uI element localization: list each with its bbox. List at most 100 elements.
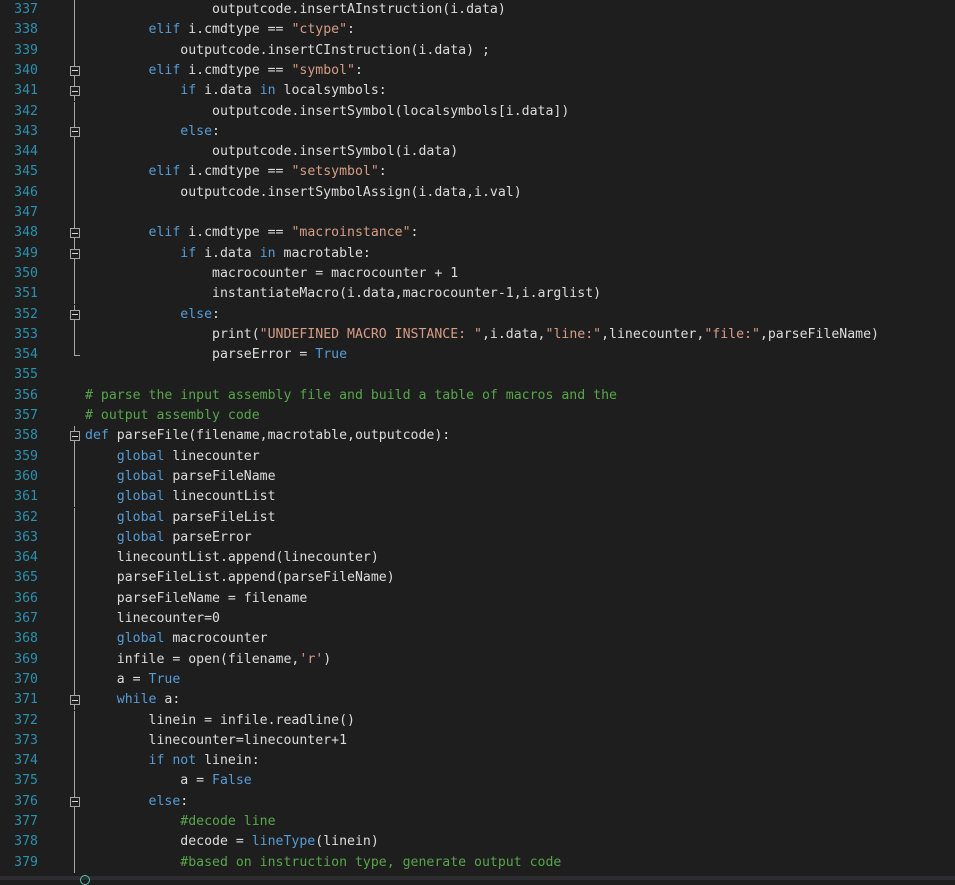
- code-text[interactable]: global macrocounter: [85, 629, 268, 649]
- code-line[interactable]: 363 global parseError: [0, 527, 955, 549]
- code-line[interactable]: 341 if i.data in localsymbols:: [0, 81, 955, 102]
- code-text[interactable]: elif i.cmdtype == "setsymbol":: [85, 162, 387, 182]
- code-text[interactable]: global parseFileList: [85, 508, 276, 528]
- code-line[interactable]: 365 parseFileList.append(parseFileName): [0, 568, 955, 589]
- code-line[interactable]: 379 #based on instruction type, generate…: [0, 852, 955, 873]
- code-text[interactable]: global linecountList: [85, 487, 276, 507]
- code-editor[interactable]: 337 outputcode.insertAInstruction(i.data…: [0, 0, 955, 880]
- code-line[interactable]: 340 elif i.cmdtype == "symbol":: [0, 60, 955, 82]
- code-text[interactable]: if i.data in localsymbols:: [85, 81, 386, 101]
- collapse-icon[interactable]: [70, 228, 80, 239]
- code-text[interactable]: elif i.cmdtype == "macroinstance":: [85, 223, 419, 243]
- code-text[interactable]: linecounter=linecounter+1: [85, 731, 348, 751]
- code-line[interactable]: 346 outputcode.insertSymbolAssign(i.data…: [0, 182, 955, 203]
- code-text[interactable]: else:: [85, 792, 189, 812]
- code-text[interactable]: #based on instruction type, generate out…: [85, 853, 561, 873]
- code-line[interactable]: 374 if not linein:: [0, 751, 955, 772]
- code-text[interactable]: else:: [85, 122, 220, 142]
- code-text[interactable]: linecountList.append(linecounter): [85, 548, 379, 568]
- collapse-icon[interactable]: [70, 248, 80, 259]
- code-line[interactable]: 361 global linecountList: [0, 487, 955, 508]
- code-line[interactable]: 377 #decode line: [0, 812, 955, 833]
- code-token: #based on instruction type, generate out…: [85, 854, 562, 870]
- code-text[interactable]: macrocounter = macrocounter + 1: [85, 264, 458, 284]
- code-line[interactable]: 375 a = False: [0, 771, 955, 792]
- code-token: :: [212, 123, 220, 139]
- code-text[interactable]: elif i.cmdtype == "symbol":: [85, 61, 363, 81]
- code-line[interactable]: 378 decode = lineType(linein): [0, 832, 955, 853]
- code-line[interactable]: 367 linecounter=0: [0, 609, 955, 630]
- code-text[interactable]: decode = lineType(linein): [85, 832, 379, 852]
- code-text[interactable]: if not linein:: [85, 751, 260, 771]
- collapse-icon[interactable]: [70, 309, 80, 320]
- collapse-icon[interactable]: [70, 796, 80, 807]
- horizontal-scrollbar[interactable]: [0, 876, 955, 880]
- code-line[interactable]: 350 macrocounter = macrocounter + 1: [0, 263, 955, 285]
- code-token: elif: [85, 22, 181, 38]
- code-line[interactable]: 355: [0, 365, 955, 385]
- code-text[interactable]: elif i.cmdtype == "ctype":: [85, 20, 355, 40]
- code-token: macrocounter: [164, 631, 268, 647]
- code-text[interactable]: while a:: [85, 690, 181, 710]
- code-text[interactable]: # parse the input assembly file and buil…: [85, 386, 617, 406]
- collapse-icon[interactable]: [70, 65, 80, 76]
- code-text[interactable]: #decode line: [85, 812, 275, 832]
- code-line[interactable]: 358 def parseFile(filename,macrotable,out…: [0, 426, 955, 447]
- code-text[interactable]: infile = open(filename,'r'): [85, 650, 331, 670]
- code-text[interactable]: linein = infile.readline(): [85, 711, 355, 731]
- code-text[interactable]: outputcode.insertAInstruction(i.data): [85, 0, 506, 20]
- code-text[interactable]: a = False: [85, 771, 251, 791]
- code-line[interactable]: 345 elif i.cmdtype == "setsymbol":: [0, 162, 955, 183]
- code-line[interactable]: 376 else:: [0, 791, 955, 812]
- code-line[interactable]: 337 outputcode.insertAInstruction(i.data…: [0, 0, 955, 21]
- code-line[interactable]: 364 linecountList.append(linecounter): [0, 548, 955, 569]
- code-line[interactable]: 359 global linecounter: [0, 446, 955, 467]
- code-line[interactable]: 362 global parseFileList: [0, 507, 955, 528]
- code-line[interactable]: 349 if i.data in macrotable:: [0, 243, 955, 264]
- code-line[interactable]: 373 linecounter=linecounter+1: [0, 730, 955, 752]
- code-text[interactable]: outputcode.insertCInstruction(i.data) ;: [85, 41, 490, 61]
- code-text[interactable]: parseFileName = filename: [85, 589, 308, 609]
- code-text[interactable]: else:: [85, 305, 220, 325]
- code-text[interactable]: outputcode.insertSymbolAssign(i.data,i.v…: [85, 183, 521, 203]
- collapse-icon[interactable]: [70, 126, 80, 137]
- code-line[interactable]: 370 a = True: [0, 669, 955, 691]
- code-line[interactable]: 368 global macrocounter: [0, 629, 955, 650]
- code-text[interactable]: global linecounter: [85, 447, 260, 467]
- code-text[interactable]: parseFileList.append(parseFileName): [85, 568, 395, 588]
- collapse-icon[interactable]: [70, 86, 80, 97]
- code-text[interactable]: # output assembly code: [85, 406, 260, 426]
- collapse-icon[interactable]: [70, 695, 80, 706]
- code-line[interactable]: 351 instantiateMacro(i.data,macrocounter…: [0, 284, 955, 305]
- code-line[interactable]: 360 global parseFileName: [0, 466, 955, 488]
- fold-gutter: [68, 568, 82, 589]
- code-line[interactable]: 339 outputcode.insertCInstruction(i.data…: [0, 40, 955, 61]
- code-line[interactable]: 372 linein = infile.readline(): [0, 710, 955, 731]
- code-text[interactable]: def parseFile(filename,macrotable,output…: [85, 426, 450, 446]
- code-text[interactable]: linecounter=0: [85, 609, 220, 629]
- code-line[interactable]: 353 print("UNDEFINED MACRO INSTANCE: ",i…: [0, 324, 955, 346]
- code-line[interactable]: 347: [0, 203, 955, 224]
- code-text[interactable]: global parseError: [85, 528, 252, 548]
- code-line[interactable]: 371 while a:: [0, 690, 955, 711]
- code-text[interactable]: instantiateMacro(i.data,macrocounter-1,i…: [85, 284, 601, 304]
- code-line[interactable]: 348 elif i.cmdtype == "macroinstance":: [0, 223, 955, 244]
- collapse-icon[interactable]: [70, 431, 80, 442]
- code-line[interactable]: 356 # parse the input assembly file and b…: [0, 386, 955, 406]
- code-line[interactable]: 342 outputcode.insertSymbol(localsymbols…: [0, 101, 955, 122]
- code-text[interactable]: if i.data in macrotable:: [85, 244, 371, 264]
- code-line[interactable]: 369 infile = open(filename,'r'): [0, 649, 955, 670]
- code-text[interactable]: outputcode.insertSymbol(i.data): [85, 142, 458, 162]
- code-line[interactable]: 354 parseError = True: [0, 345, 955, 365]
- code-text[interactable]: parseError = True: [85, 345, 347, 365]
- code-line[interactable]: 343 else:: [0, 121, 955, 143]
- code-line[interactable]: 366 parseFileName = filename: [0, 588, 955, 609]
- code-line[interactable]: 352 else:: [0, 304, 955, 325]
- code-text[interactable]: a = True: [85, 670, 181, 690]
- code-line[interactable]: 357 # output assembly code: [0, 406, 955, 426]
- code-line[interactable]: 338 elif i.cmdtype == "ctype":: [0, 20, 955, 41]
- code-text[interactable]: print("UNDEFINED MACRO INSTANCE: ",i.dat…: [85, 325, 879, 345]
- code-line[interactable]: 344 outputcode.insertSymbol(i.data): [0, 142, 955, 163]
- code-text[interactable]: global parseFileName: [85, 467, 276, 487]
- code-text[interactable]: outputcode.insertSymbol(localsymbols[i.d…: [85, 102, 569, 122]
